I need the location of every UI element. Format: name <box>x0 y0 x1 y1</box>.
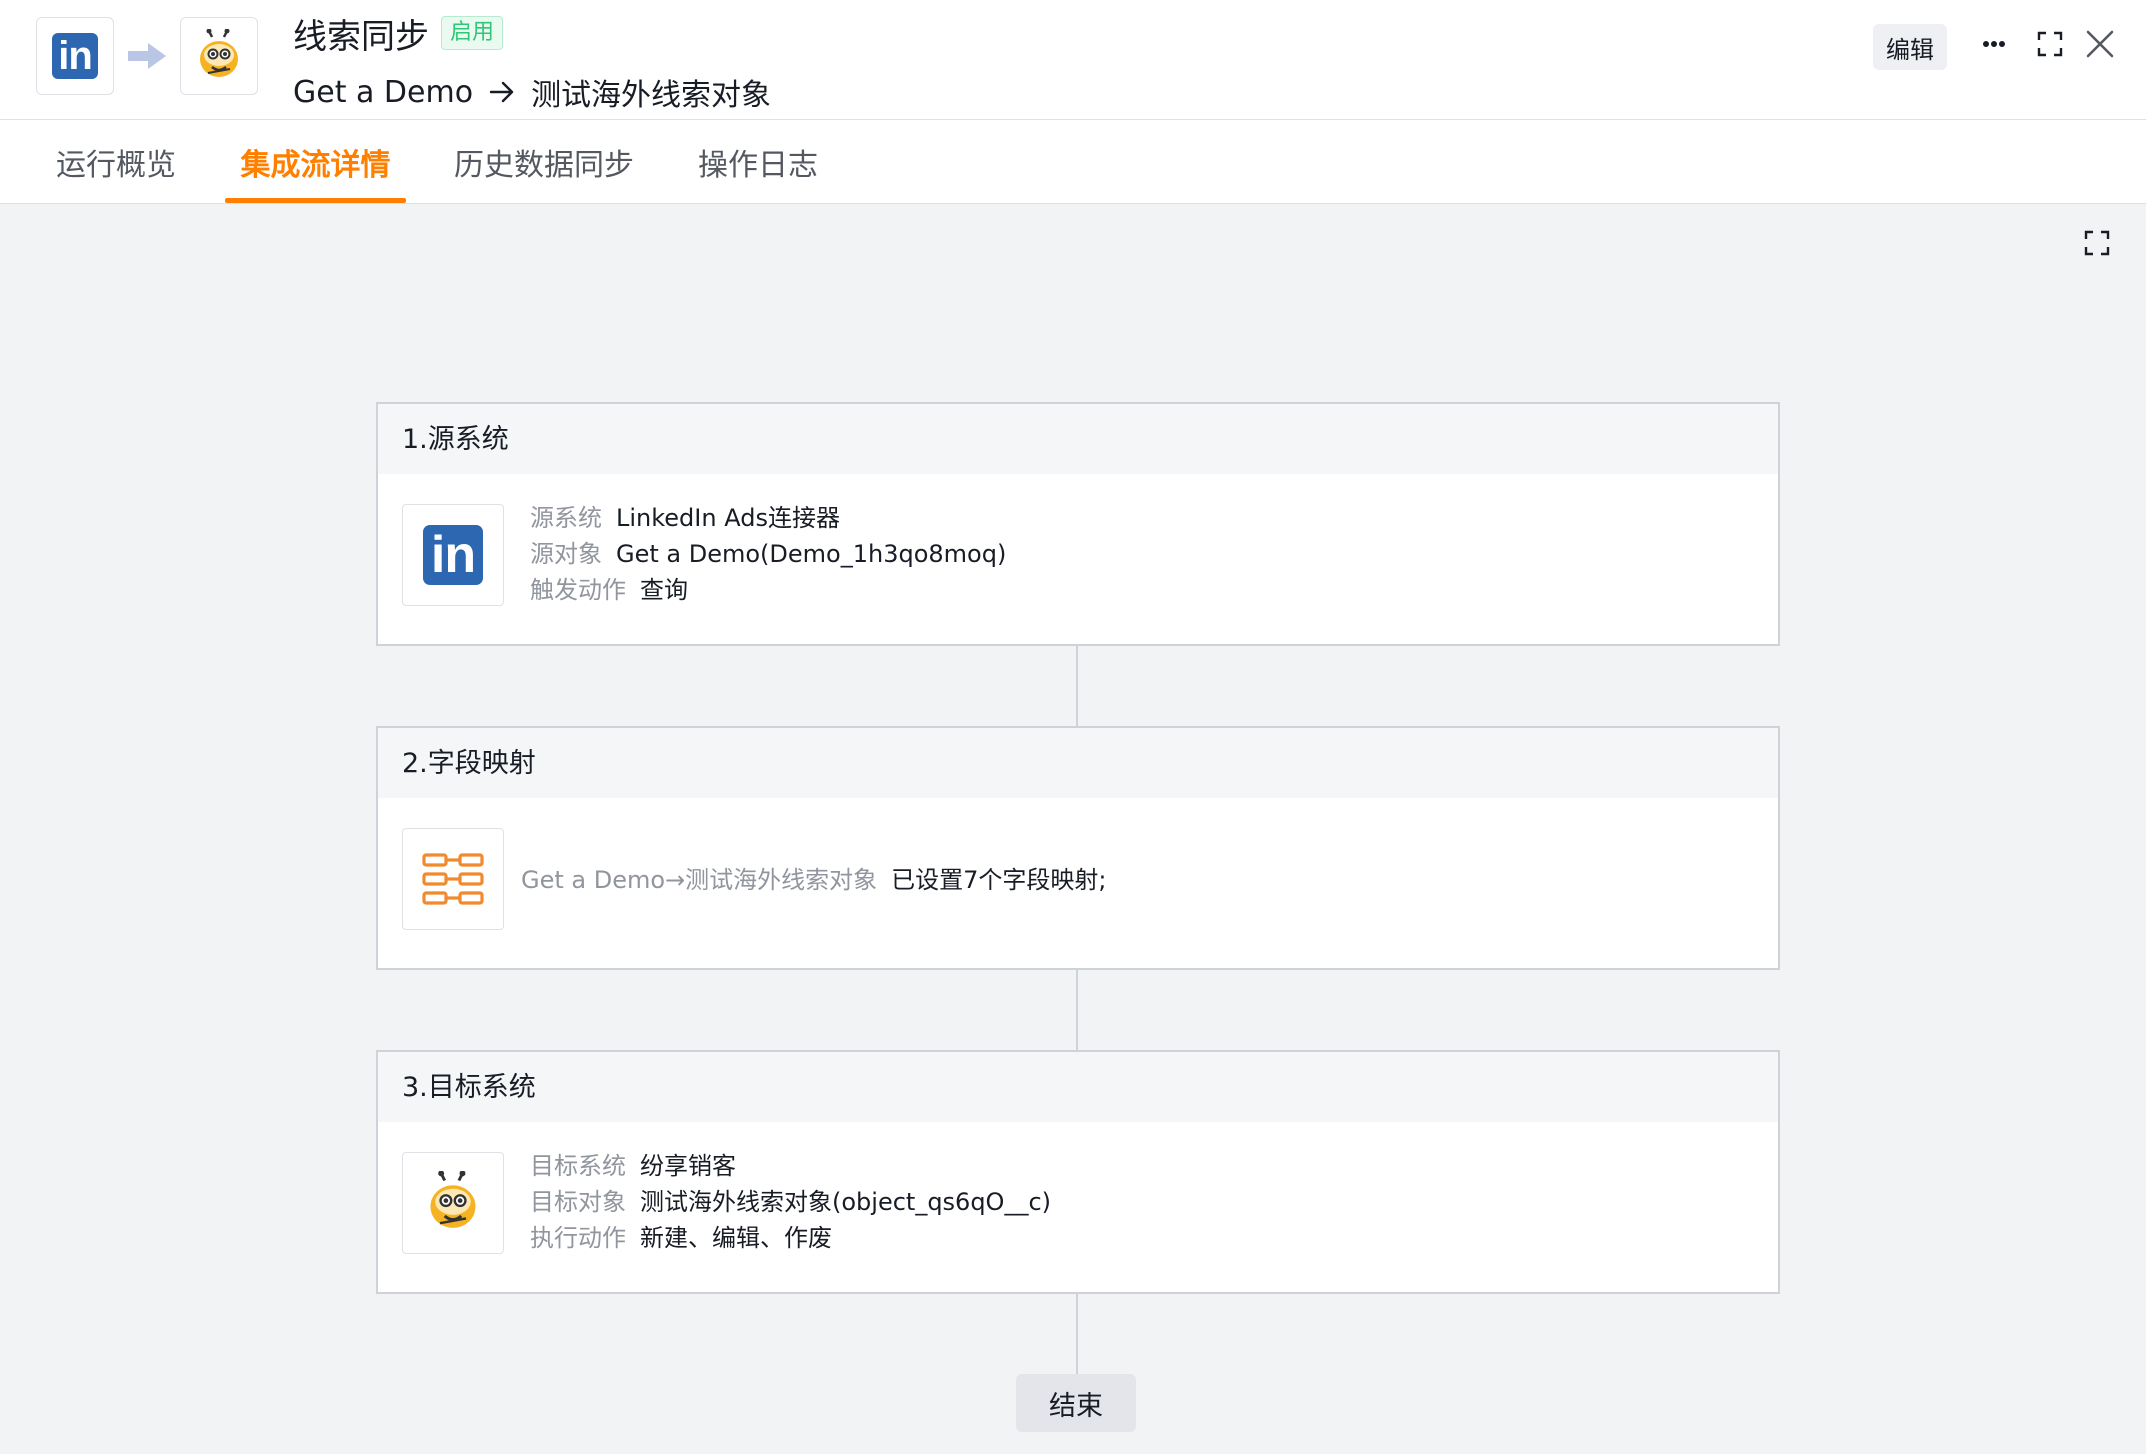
field-mapping-card[interactable]: 2.字段映射 Get a Demo→测试海外线索对象 已设置7个字段映射; <box>376 726 1780 970</box>
linkedin-logo-icon: in <box>402 504 504 606</box>
target-app-tile <box>180 17 258 95</box>
end-node[interactable]: 结束 <box>1016 1374 1136 1432</box>
info-row: 源对象 Get a Demo(Demo_1h3qo8moq) <box>530 540 1007 568</box>
source-app-tile: in <box>36 17 114 95</box>
info-row: 目标对象 测试海外线索对象(object_qs6qO__c) <box>530 1188 1052 1216</box>
flow-connector <box>1076 646 1078 728</box>
edit-button[interactable]: 编辑 <box>1873 24 1947 70</box>
bee-logo-icon <box>402 1152 504 1254</box>
target-system-card[interactable]: 3.目标系统 目标系统 纷享销客 目标对象 测试海外线索对象(object_qs… <box>376 1050 1780 1294</box>
flow-connector <box>1076 970 1078 1052</box>
card-title: 2.字段映射 <box>378 728 1778 798</box>
target-info: 目标系统 纷享销客 目标对象 测试海外线索对象(object_qs6qO__c) 执… <box>530 1148 1051 1256</box>
card-title: 1.源系统 <box>378 404 1778 474</box>
object-route: Get a Demo 测试海外线索对象 <box>293 70 771 114</box>
info-row: 触发动作 查询 <box>530 576 688 604</box>
info-row: 目标系统 纷享销客 <box>530 1152 736 1180</box>
linkedin-logo-icon: in <box>52 33 98 79</box>
page-title: 线索同步 <box>293 16 429 57</box>
mapping-summary: Get a Demo→测试海外线索对象 已设置7个字段映射; <box>521 866 1107 894</box>
tab-operation-log[interactable]: 操作日志 <box>696 120 820 204</box>
status-badge: 启用 <box>441 16 504 50</box>
tab-run-overview[interactable]: 运行概览 <box>54 120 178 204</box>
arrow-right-icon <box>128 43 166 69</box>
more-icon[interactable] <box>1972 22 2016 66</box>
active-tab-indicator <box>225 198 406 203</box>
canvas-fullscreen-icon[interactable] <box>2084 230 2110 256</box>
bee-logo-icon <box>200 29 238 77</box>
tab-integration-detail[interactable]: 集成流详情 <box>225 120 406 204</box>
source-object-name: Get a Demo <box>293 74 474 110</box>
source-system-card[interactable]: 1.源系统 in 源系统 LinkedIn Ads连接器 源对象 Get a Dem… <box>376 402 1780 646</box>
card-title: 3.目标系统 <box>378 1052 1778 1122</box>
flow-connector <box>1076 1294 1078 1376</box>
tab-history-sync[interactable]: 历史数据同步 <box>452 120 636 204</box>
route-arrow-icon <box>489 81 514 103</box>
flow-canvas: 1.源系统 in 源系统 LinkedIn Ads连接器 源对象 Get a Dem… <box>0 204 2146 1454</box>
info-row: 执行动作 新建、编辑、作废 <box>530 1224 832 1252</box>
fullscreen-icon[interactable] <box>2028 22 2072 66</box>
integration-title-block: 线索同步 启用 Get a Demo 测试海外线索对象 <box>293 8 771 114</box>
tab-bar: 运行概览 集成流详情 历史数据同步 操作日志 <box>0 120 2146 204</box>
field-mapping-icon <box>402 828 504 930</box>
page-header: in 线索同步 启用 Get a Demo 测试海外线索对象 编辑 <box>0 0 2146 120</box>
info-row: 源系统 LinkedIn Ads连接器 <box>530 504 840 532</box>
target-object-name: 测试海外线索对象 <box>531 78 772 113</box>
close-icon[interactable] <box>2078 22 2122 66</box>
source-info: 源系统 LinkedIn Ads连接器 源对象 Get a Demo(Demo_1h… <box>530 500 1006 608</box>
